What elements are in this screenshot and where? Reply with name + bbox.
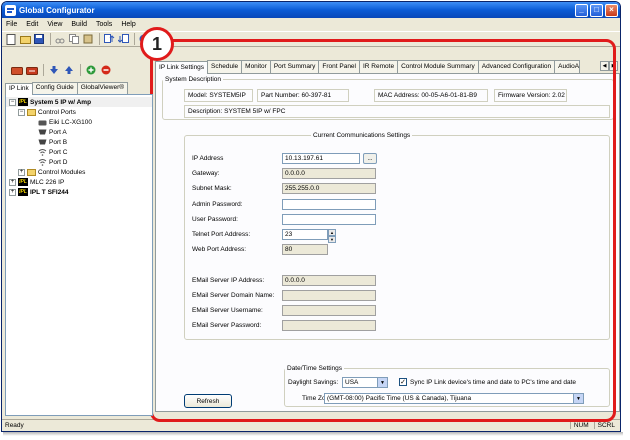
upload-icon[interactable] [103,33,115,45]
toolbar-separator [43,64,44,76]
maximize-button[interactable]: □ [590,3,603,17]
tree-item-eiki[interactable]: Eiki LC-XG100 [6,117,152,127]
open-folder-icon[interactable] [19,33,31,45]
app-logo-icon [5,4,16,16]
highlight-frame [150,39,616,422]
tree-item-label: Port C [49,148,68,156]
window-title: Global Configurator [19,5,95,15]
tree-item-control-ports[interactable]: − Control Ports [6,107,152,117]
step-callout: 1 [140,27,174,61]
ipl-device-icon: IPL [18,178,28,186]
tree-item-port-b[interactable]: Port B [6,137,152,147]
tab-config-guide[interactable]: Config Guide [31,82,78,94]
projector-icon [38,118,47,126]
tree-item-port-a[interactable]: Port A [6,127,152,137]
paste-icon[interactable] [82,33,94,45]
minimize-button[interactable]: _ [575,3,588,17]
tab-ip-link-settings[interactable]: IP Link Settings [155,61,209,74]
collapse-icon[interactable]: − [9,98,16,106]
arrow-up-icon[interactable] [62,64,75,76]
tree-item-port-d[interactable]: Port D [6,157,152,167]
ir-port-icon [38,148,47,156]
status-text: Ready [5,422,24,429]
title-bar[interactable]: Global Configurator _ □ × [2,2,620,18]
toolbar-separator [50,33,51,45]
toolbar-separator [80,64,81,76]
new-file-icon[interactable] [5,33,17,45]
add-device-icon[interactable] [10,64,23,76]
toolbar-separator [99,33,100,45]
tree-item-label: Port A [49,128,67,136]
tree-item-ipl-t[interactable]: + IPL IPL T SFI244 [6,187,152,197]
menu-build[interactable]: Build [71,21,87,28]
menu-view[interactable]: View [47,21,62,28]
tree-item-port-c[interactable]: Port C [6,147,152,157]
menu-edit[interactable]: Edit [26,21,38,28]
menu-help[interactable]: Help [121,21,135,28]
cut-icon[interactable] [54,33,66,45]
expand-icon[interactable]: + [9,188,16,196]
arrow-down-icon[interactable] [47,64,60,76]
device-tree: − IPL System 5 IP w/ Amp − Control Ports… [5,94,153,416]
left-pane: IP Link Config Guide GlobalViewer® − IPL… [5,52,153,417]
save-icon[interactable] [33,33,45,45]
folder-icon [27,168,36,176]
tree-item-label: IPL T SFI244 [30,188,69,196]
left-tab-strip: IP Link Config Guide GlobalViewer® [5,82,153,95]
tree-item-label: Eiki LC-XG100 [49,118,92,126]
download-icon[interactable] [117,33,129,45]
menu-file[interactable]: File [6,21,17,28]
tree-item-label: Control Modules [38,168,86,176]
toolbar-separator [134,33,135,45]
tree-item-control-modules[interactable]: + Control Modules [6,167,152,177]
tree-item-mlc226[interactable]: + IPL MLC 226 IP [6,177,152,187]
expand-icon[interactable]: + [18,168,25,176]
collapse-icon[interactable]: − [18,108,25,116]
ir-port-icon [38,158,47,166]
tree-item-label: Port D [49,158,68,166]
tree-item-label: Port B [49,138,68,146]
window-shadow [3,432,623,436]
tree-item-label: MLC 226 IP [30,178,65,186]
serial-port-icon [38,128,47,136]
menu-tools[interactable]: Tools [96,21,112,28]
tab-ip-link[interactable]: IP Link [5,83,33,95]
add-icon[interactable] [84,64,97,76]
tree-toolbar [5,61,153,79]
copy-icon[interactable] [68,33,80,45]
tab-globalviewer[interactable]: GlobalViewer® [76,82,129,94]
folder-icon [27,108,36,116]
remove-device-icon[interactable] [25,64,38,76]
close-button[interactable]: × [605,3,618,17]
expand-icon[interactable]: + [9,178,16,186]
tree-item-label: System 5 IP w/ Amp [30,98,92,106]
num-lock-indicator: NUM [569,422,592,429]
serial-port-icon [38,138,47,146]
menu-bar: File Edit View Build Tools Help [2,18,620,31]
scroll-lock-indicator: SCRL [593,422,618,429]
tree-item-system5[interactable]: − IPL System 5 IP w/ Amp [6,97,152,107]
ipl-device-icon: IPL [18,98,28,106]
tree-item-label: Control Ports [38,108,76,116]
ipl-device-icon: IPL [18,188,28,196]
remove-icon[interactable] [99,64,112,76]
